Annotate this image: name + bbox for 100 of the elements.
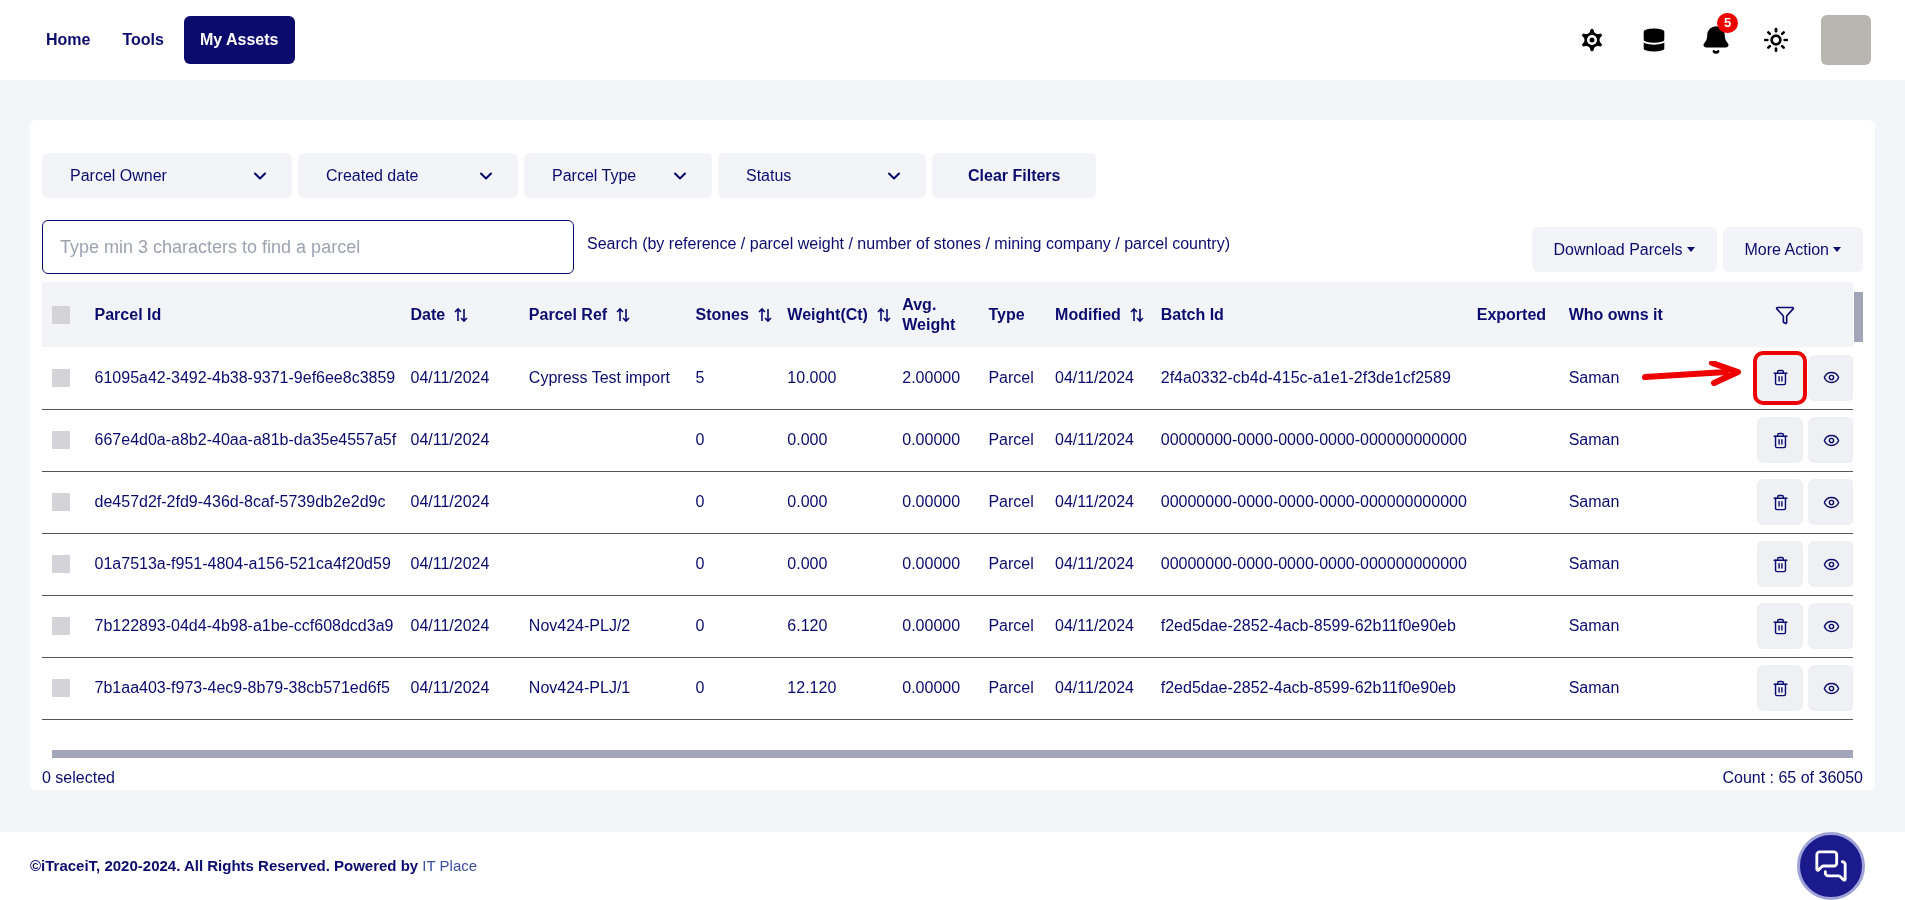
delete-button[interactable] bbox=[1757, 665, 1803, 711]
table-cell: 04/11/2024 bbox=[410, 555, 490, 572]
filter-dropdown[interactable]: Status bbox=[718, 153, 926, 198]
table-cell: 5 bbox=[695, 368, 705, 386]
table-cell: Saman bbox=[1568, 679, 1620, 696]
table-cell: 04/11/2024 bbox=[410, 679, 490, 696]
nav-tab[interactable]: Home bbox=[34, 16, 103, 64]
horizontal-scrollbar[interactable] bbox=[52, 750, 1853, 758]
table-cell: 0 bbox=[695, 555, 705, 572]
table-cell: Saman bbox=[1568, 368, 1620, 386]
action-dropdown-button[interactable]: Download Parcels bbox=[1531, 227, 1717, 272]
sort-icon[interactable] bbox=[756, 306, 773, 323]
column-header[interactable]: Date bbox=[410, 304, 446, 325]
table-cell: 7b122893-04d4-4b98-a1be-ccf608dcd3a9 bbox=[94, 617, 394, 634]
table-cell: 6.120 bbox=[787, 617, 828, 634]
table-cell: 667e4d0a-a8b2-40aa-a81b-da35e4557a5f bbox=[94, 431, 397, 448]
action-dropdown-button[interactable]: More Action bbox=[1722, 227, 1863, 272]
column-header: Exported bbox=[1476, 304, 1547, 325]
caret-icon bbox=[1686, 247, 1695, 252]
table-cell: 0.000 bbox=[787, 493, 828, 510]
delete-button[interactable] bbox=[1757, 603, 1803, 649]
row-checkbox[interactable] bbox=[52, 679, 70, 697]
table-cell: 0.000 bbox=[787, 555, 828, 572]
sun-icon[interactable] bbox=[1763, 27, 1789, 53]
view-button[interactable] bbox=[1808, 603, 1853, 649]
sort-icon[interactable] bbox=[453, 306, 470, 323]
table-cell: 01a7513a-f951-4804-a156-521ca4f20d59 bbox=[94, 555, 391, 572]
view-button[interactable] bbox=[1808, 354, 1853, 401]
sort-icon[interactable] bbox=[615, 306, 632, 323]
selected-count: 0 selected bbox=[42, 768, 115, 788]
table-cell: Saman bbox=[1568, 431, 1620, 448]
view-button[interactable] bbox=[1808, 479, 1853, 525]
table-cell: 0.00000 bbox=[902, 431, 961, 448]
column-header: Parcel Id bbox=[94, 304, 162, 325]
column-header[interactable]: Parcel Ref bbox=[528, 304, 608, 325]
nav-tab[interactable]: Tools bbox=[110, 16, 176, 64]
table-cell: 00000000-0000-0000-0000-000000000000 bbox=[1160, 493, 1467, 510]
table-cell: 04/11/2024 bbox=[1055, 431, 1134, 448]
column-header[interactable]: Stones bbox=[695, 304, 749, 325]
table-cell: 04/11/2024 bbox=[410, 493, 490, 510]
column-header[interactable]: Modified bbox=[1055, 304, 1121, 325]
chat-bubbles-icon bbox=[1814, 849, 1848, 883]
row-checkbox[interactable] bbox=[52, 431, 70, 449]
table-cell: Saman bbox=[1568, 617, 1620, 634]
notification-badge: 5 bbox=[1717, 13, 1739, 33]
row-checkbox[interactable] bbox=[52, 555, 70, 573]
filter-dropdown[interactable]: Parcel Owner bbox=[42, 153, 292, 198]
table-cell: 04/11/2024 bbox=[1055, 679, 1134, 696]
notification-bell-icon[interactable] bbox=[1701, 25, 1731, 55]
delete-button[interactable] bbox=[1757, 417, 1803, 463]
table-cell: Parcel bbox=[988, 368, 1034, 386]
table-cell: 04/11/2024 bbox=[410, 368, 490, 386]
trash-icon bbox=[1771, 493, 1789, 511]
table-cell: 0 bbox=[695, 617, 705, 634]
search-hint: Search (by reference / parcel weight / number of stones / mining company / parcel country) bbox=[587, 234, 1230, 254]
search-field[interactable]: Type min 3 characters to find a parcel bbox=[42, 220, 574, 274]
view-button[interactable] bbox=[1808, 665, 1853, 711]
column-header: Batch Id bbox=[1160, 304, 1224, 325]
view-button[interactable] bbox=[1808, 541, 1853, 587]
table-cell: 0.00000 bbox=[902, 617, 961, 634]
row-count: Count : 65 of 36050 bbox=[1722, 768, 1863, 788]
footer-link[interactable]: IT Place bbox=[422, 856, 478, 874]
table-cell: de457d2f-2fd9-436d-8caf-5739db2e2d9c bbox=[94, 493, 386, 510]
clear-filters-button[interactable]: Clear Filters bbox=[932, 153, 1097, 198]
table-cell: 00000000-0000-0000-0000-000000000000 bbox=[1160, 555, 1467, 572]
table-cell: 04/11/2024 bbox=[410, 617, 490, 634]
view-button[interactable] bbox=[1808, 417, 1853, 463]
filter-icon[interactable] bbox=[1775, 304, 1795, 325]
table-cell: Saman bbox=[1568, 493, 1620, 510]
table-cell: 0.00000 bbox=[902, 493, 961, 510]
table-cell: Parcel bbox=[988, 493, 1034, 510]
column-header: Type bbox=[988, 304, 1025, 325]
row-checkbox[interactable] bbox=[52, 493, 70, 511]
row-checkbox[interactable] bbox=[52, 617, 70, 635]
trash-icon bbox=[1771, 431, 1789, 449]
delete-button[interactable] bbox=[1757, 479, 1803, 525]
table-cell: f2ed5dae-2852-4acb-8599-62b11f0e90eb bbox=[1160, 679, 1456, 696]
row-checkbox[interactable] bbox=[52, 368, 70, 387]
table-cell: 04/11/2024 bbox=[410, 431, 490, 448]
sort-icon[interactable] bbox=[1128, 306, 1145, 323]
column-header[interactable]: Weight(Ct) bbox=[787, 304, 868, 325]
table-cell: Nov424-PLJ/2 bbox=[528, 617, 631, 634]
table-cell: 04/11/2024 bbox=[1055, 555, 1134, 572]
sort-icon[interactable] bbox=[875, 306, 892, 323]
table-cell: Parcel bbox=[988, 679, 1034, 696]
column-header: Avg. Weight bbox=[902, 294, 957, 335]
nav-tab[interactable]: My Assets bbox=[183, 16, 295, 64]
trash-icon bbox=[1771, 369, 1789, 387]
caret-icon bbox=[1833, 247, 1841, 252]
table-cell: 04/11/2024 bbox=[1055, 493, 1134, 510]
copyright-text: ©iTraceiT, 2020-2024. All Rights Reserved. Powered by IT Place bbox=[30, 855, 478, 876]
table-cell: 0.00000 bbox=[902, 555, 961, 572]
table-cell: 0 bbox=[695, 431, 705, 448]
table-cell: Parcel bbox=[988, 617, 1034, 634]
filter-dropdown[interactable]: Created date bbox=[298, 153, 518, 198]
trash-icon bbox=[1771, 555, 1789, 573]
table-cell: Nov424-PLJ/1 bbox=[528, 679, 631, 696]
filter-dropdown[interactable]: Parcel Type bbox=[524, 153, 712, 198]
delete-button[interactable] bbox=[1757, 541, 1803, 587]
select-all-checkbox[interactable] bbox=[52, 305, 70, 324]
